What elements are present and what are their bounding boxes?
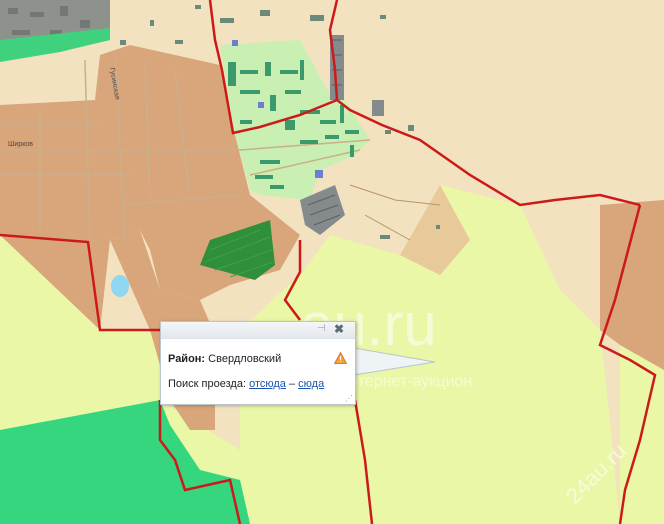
district-label: Район: bbox=[168, 353, 206, 365]
district-row: Район: Свердловский bbox=[168, 352, 347, 365]
route-row: Поиск проезда: отсюда – сюда bbox=[168, 378, 324, 390]
route-to-link[interactable]: сюда bbox=[298, 378, 324, 390]
popup-titlebar: ⊣ ✖ bbox=[161, 322, 355, 339]
info-popup[interactable]: ⊣ ✖ Район: Свердловский Поиск проезда: о… bbox=[160, 321, 356, 405]
route-from-link[interactable]: отсюда bbox=[249, 378, 286, 390]
resize-grip-icon[interactable]: ⋰ bbox=[345, 395, 353, 403]
warning-icon[interactable] bbox=[334, 352, 347, 364]
street-label-a: Ширков bbox=[8, 141, 33, 148]
close-icon[interactable]: ✖ bbox=[334, 323, 346, 335]
district-value: Свердловский bbox=[208, 353, 282, 365]
route-separator: – bbox=[288, 378, 296, 390]
map-canvas[interactable]: Ширков Гусинская eu.ru интернет-аукцион … bbox=[0, 0, 664, 524]
pin-icon[interactable]: ⊣ bbox=[317, 324, 327, 334]
route-label: Поиск проезда: bbox=[168, 378, 246, 390]
watermark-caption: интернет-аукцион bbox=[340, 373, 472, 390]
lake bbox=[111, 275, 129, 297]
